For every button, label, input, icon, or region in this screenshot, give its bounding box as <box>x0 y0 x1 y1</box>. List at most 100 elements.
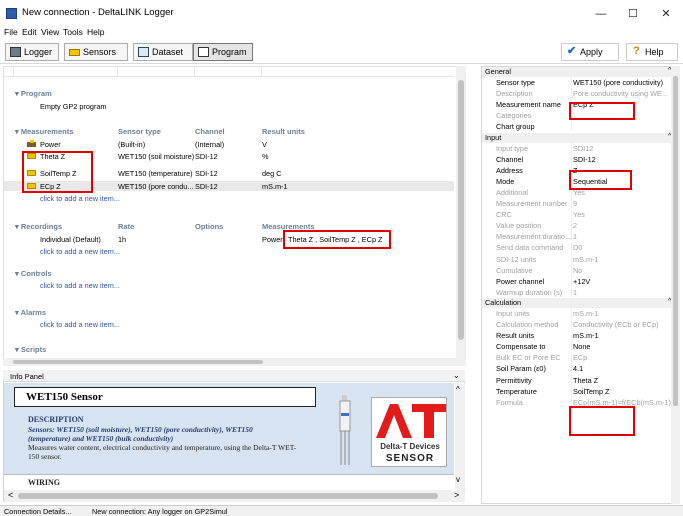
menu-view[interactable]: View <box>41 27 59 37</box>
property-value[interactable]: ECp <box>573 353 587 362</box>
property-label: Additional <box>496 187 529 197</box>
property-value[interactable]: mS.m-1 <box>573 309 599 318</box>
add-control-link[interactable]: click to add a new item... <box>40 281 120 290</box>
help-button-label: Help <box>645 47 664 57</box>
property-label: Warmup duration (s) <box>496 287 563 297</box>
property-value[interactable]: Pore conductivity using WE... <box>573 89 668 98</box>
menu-edit[interactable]: Edit <box>22 27 37 37</box>
property-value[interactable]: mS.m-1 <box>573 331 599 340</box>
measurement-units: deg C <box>262 169 282 178</box>
scroll-thumb[interactable] <box>18 493 438 499</box>
column-divider <box>571 264 572 275</box>
property-label: Formula <box>496 397 523 407</box>
scroll-thumb[interactable] <box>458 80 464 340</box>
program-section-label: Program <box>20 89 52 98</box>
menu-file[interactable]: File <box>4 27 18 37</box>
recordings-section-label: Recordings <box>20 222 63 231</box>
property-value[interactable]: SoilTemp Z <box>573 387 610 396</box>
property-value[interactable]: +12V <box>573 277 590 286</box>
chevron-right-icon[interactable]: > <box>454 490 459 500</box>
scripts-section-header[interactable]: ▾ Scripts <box>15 345 46 354</box>
column-divider <box>571 385 572 396</box>
recording-name[interactable]: Individual (Default) <box>40 235 101 244</box>
measurement-units: % <box>262 152 269 161</box>
alarms-section-label: Alarms <box>20 308 47 317</box>
info-vertical-scrollbar[interactable]: ^ v <box>455 383 465 489</box>
title-bar: New connection - DeltaLINK Logger — ☐ ✕ <box>0 0 683 26</box>
property-value[interactable]: D0 <box>573 243 582 252</box>
connection-details-button[interactable]: Connection Details... <box>4 507 71 516</box>
description-label: DESCRIPTION <box>28 415 84 424</box>
property-label: Measurement number <box>496 199 568 208</box>
add-recording-link[interactable]: click to add a new item... <box>40 247 120 256</box>
property-value[interactable]: None <box>573 342 590 351</box>
measurement-type: WET150 (soil moisture) <box>118 152 195 161</box>
alarms-section-header[interactable]: ▾ Alarms <box>15 308 46 317</box>
recordings-section-header[interactable]: ▾ Recordings <box>15 222 62 231</box>
scroll-thumb[interactable] <box>13 360 263 364</box>
chevron-up-icon[interactable]: ^ <box>456 385 460 394</box>
controls-section-label: Controls <box>20 269 52 278</box>
col-result-units: Result units <box>262 127 305 136</box>
program-vertical-scrollbar[interactable] <box>456 66 466 366</box>
property-value[interactable]: Theta Z <box>573 376 598 385</box>
maximize-button[interactable]: ☐ <box>619 4 647 24</box>
apply-button[interactable]: ✔ Apply <box>561 43 619 61</box>
close-button[interactable]: ✕ <box>652 4 680 24</box>
logger-tab[interactable]: Logger <box>5 43 59 61</box>
property-value[interactable]: SDI12 <box>573 144 593 153</box>
property-group-header[interactable]: Input <box>482 132 679 143</box>
property-label: Measurement name <box>496 100 561 110</box>
program-horizontal-scrollbar[interactable] <box>3 358 465 366</box>
column-divider <box>571 374 572 385</box>
chevron-down-icon[interactable]: v <box>456 475 460 484</box>
controls-section-header[interactable]: ▾ Controls <box>15 269 52 278</box>
sensors-tab[interactable]: Sensors <box>64 43 128 61</box>
property-value[interactable]: 2 <box>573 221 577 230</box>
property-label: Cumulative <box>496 265 533 275</box>
program-name[interactable]: Empty GP2 program <box>40 102 107 111</box>
property-value[interactable]: mS.m-1 <box>573 255 599 264</box>
measurements-section-header[interactable]: ▾ Measurements <box>15 127 73 136</box>
property-label: Sensor type <box>496 78 535 87</box>
property-value[interactable]: WET150 (pore conductivity) <box>573 78 663 87</box>
menu-tools[interactable]: Tools <box>63 27 83 37</box>
add-measurement-link[interactable]: click to add a new item... <box>40 194 120 203</box>
measurement-channel: SDI-12 <box>195 182 218 191</box>
property-label: Input units <box>496 308 530 318</box>
column-divider <box>571 209 572 220</box>
logo-mark <box>376 404 446 438</box>
logo-sensor: SENSOR <box>385 453 435 464</box>
property-value[interactable]: Conductivity (ECb or ECp) <box>573 320 659 329</box>
property-value[interactable]: 9 <box>573 199 577 208</box>
property-value[interactable]: 1 <box>573 288 577 297</box>
property-label: Description <box>496 89 533 99</box>
measurement-type: (Built-in) <box>118 140 146 149</box>
column-divider <box>571 242 572 253</box>
menu-help[interactable]: Help <box>87 27 104 37</box>
property-value[interactable]: 1 <box>573 232 577 241</box>
property-label: Measurement duratio... <box>496 232 572 242</box>
property-value[interactable]: SDI-12 <box>573 155 596 164</box>
column-divider <box>571 220 572 231</box>
property-group-header[interactable]: General <box>482 67 679 77</box>
help-button[interactable]: ? Help <box>626 43 678 61</box>
chevron-down-icon[interactable]: ⌄ <box>453 371 460 380</box>
property-group-header[interactable]: Calculation <box>482 297 679 308</box>
program-tab[interactable]: Program <box>193 43 253 61</box>
highlight-box-measurement-name <box>569 102 635 120</box>
property-value[interactable]: No <box>573 266 582 275</box>
property-value[interactable]: Yes <box>573 210 585 219</box>
info-horizontal-scrollbar[interactable]: < > <box>4 490 465 502</box>
property-label: Calculation method <box>496 320 559 329</box>
properties-vertical-scrollbar[interactable] <box>671 66 680 504</box>
measurement-name[interactable]: Power <box>40 140 61 149</box>
add-alarm-link[interactable]: click to add a new item... <box>40 320 120 329</box>
scroll-thumb[interactable] <box>673 76 678 406</box>
property-value[interactable]: 4.1 <box>573 364 583 373</box>
dataset-tab[interactable]: Dataset <box>133 43 193 61</box>
minimize-button[interactable]: — <box>587 4 615 24</box>
chevron-left-icon[interactable]: < <box>8 490 13 500</box>
property-label: Chart group <box>496 122 535 132</box>
program-section-header[interactable]: ▾ Program <box>15 89 52 98</box>
